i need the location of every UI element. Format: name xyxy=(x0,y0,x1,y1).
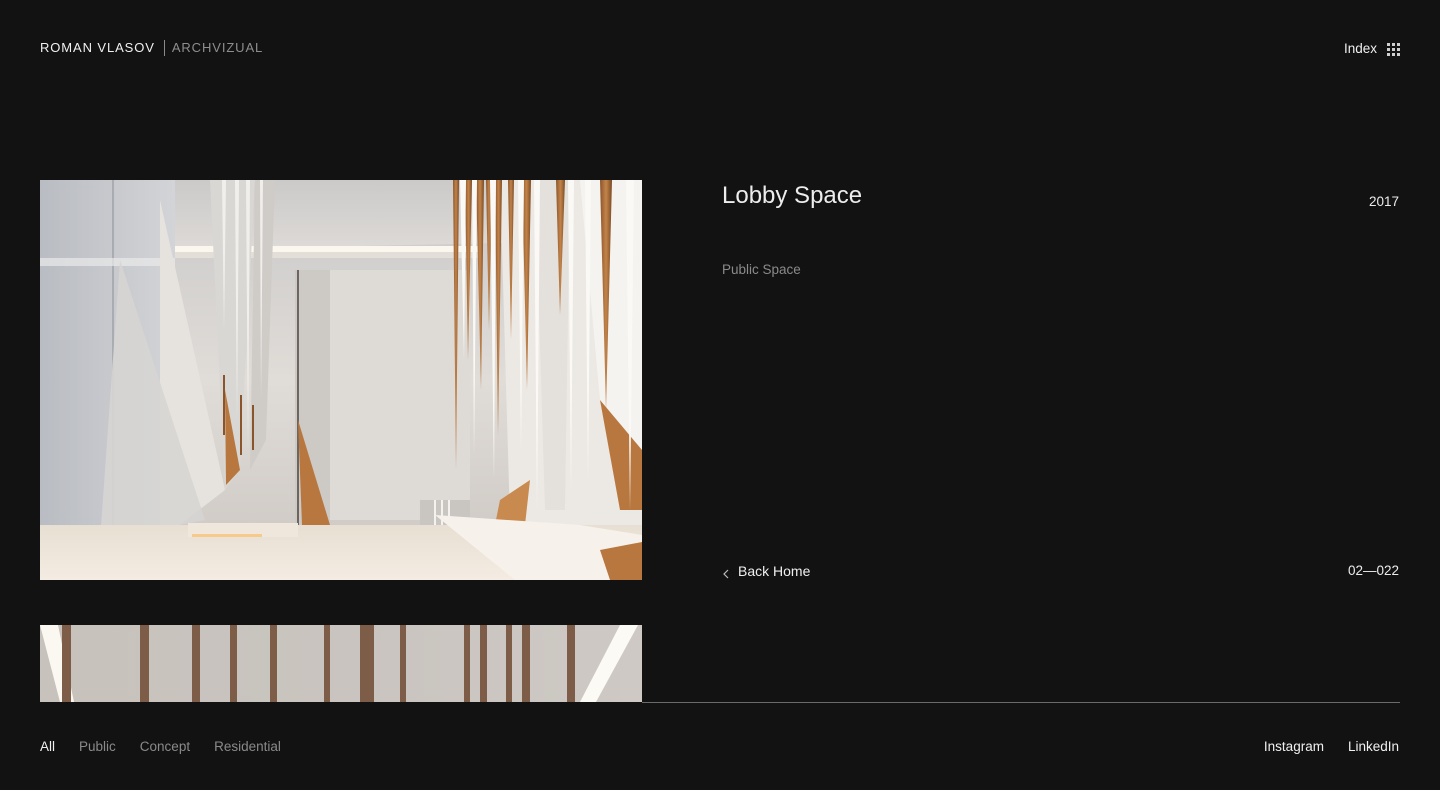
project-title: Lobby Space xyxy=(722,182,863,209)
project-secondary-image[interactable] xyxy=(40,625,642,702)
project-category: Public Space xyxy=(722,262,801,277)
back-home-link[interactable]: Back Home xyxy=(722,563,810,579)
category-filters: All Public Concept Residential xyxy=(40,739,305,755)
project-hero-image[interactable] xyxy=(40,180,642,580)
brand-name[interactable]: ROMAN VLASOV xyxy=(40,40,155,56)
linkedin-link[interactable]: LinkedIn xyxy=(1348,739,1399,755)
filter-residential[interactable]: Residential xyxy=(214,739,281,755)
chevron-left-icon xyxy=(722,566,730,579)
back-home-label: Back Home xyxy=(738,563,811,579)
brand-logo[interactable]: ROMAN VLASOV ARCHVIZUAL xyxy=(40,40,263,56)
filter-all[interactable]: All xyxy=(40,739,55,755)
project-year: 2017 xyxy=(1368,194,1399,209)
filter-concept[interactable]: Concept xyxy=(140,739,190,755)
project-counter: 02—022 xyxy=(1347,563,1399,578)
instagram-link[interactable]: Instagram xyxy=(1264,739,1324,755)
filter-public[interactable]: Public xyxy=(79,739,116,755)
brand-divider xyxy=(163,40,165,56)
index-button[interactable]: Index xyxy=(1344,41,1400,57)
footer-divider xyxy=(642,702,1400,703)
brand-subtitle[interactable]: ARCHVIZUAL xyxy=(172,40,263,56)
project-page: ROMAN VLASOV ARCHVIZUAL Index Lobby Spac… xyxy=(0,0,1440,790)
grid-icon xyxy=(1387,42,1400,56)
index-label: Index xyxy=(1343,41,1377,56)
social-links: Instagram LinkedIn xyxy=(1240,739,1399,755)
